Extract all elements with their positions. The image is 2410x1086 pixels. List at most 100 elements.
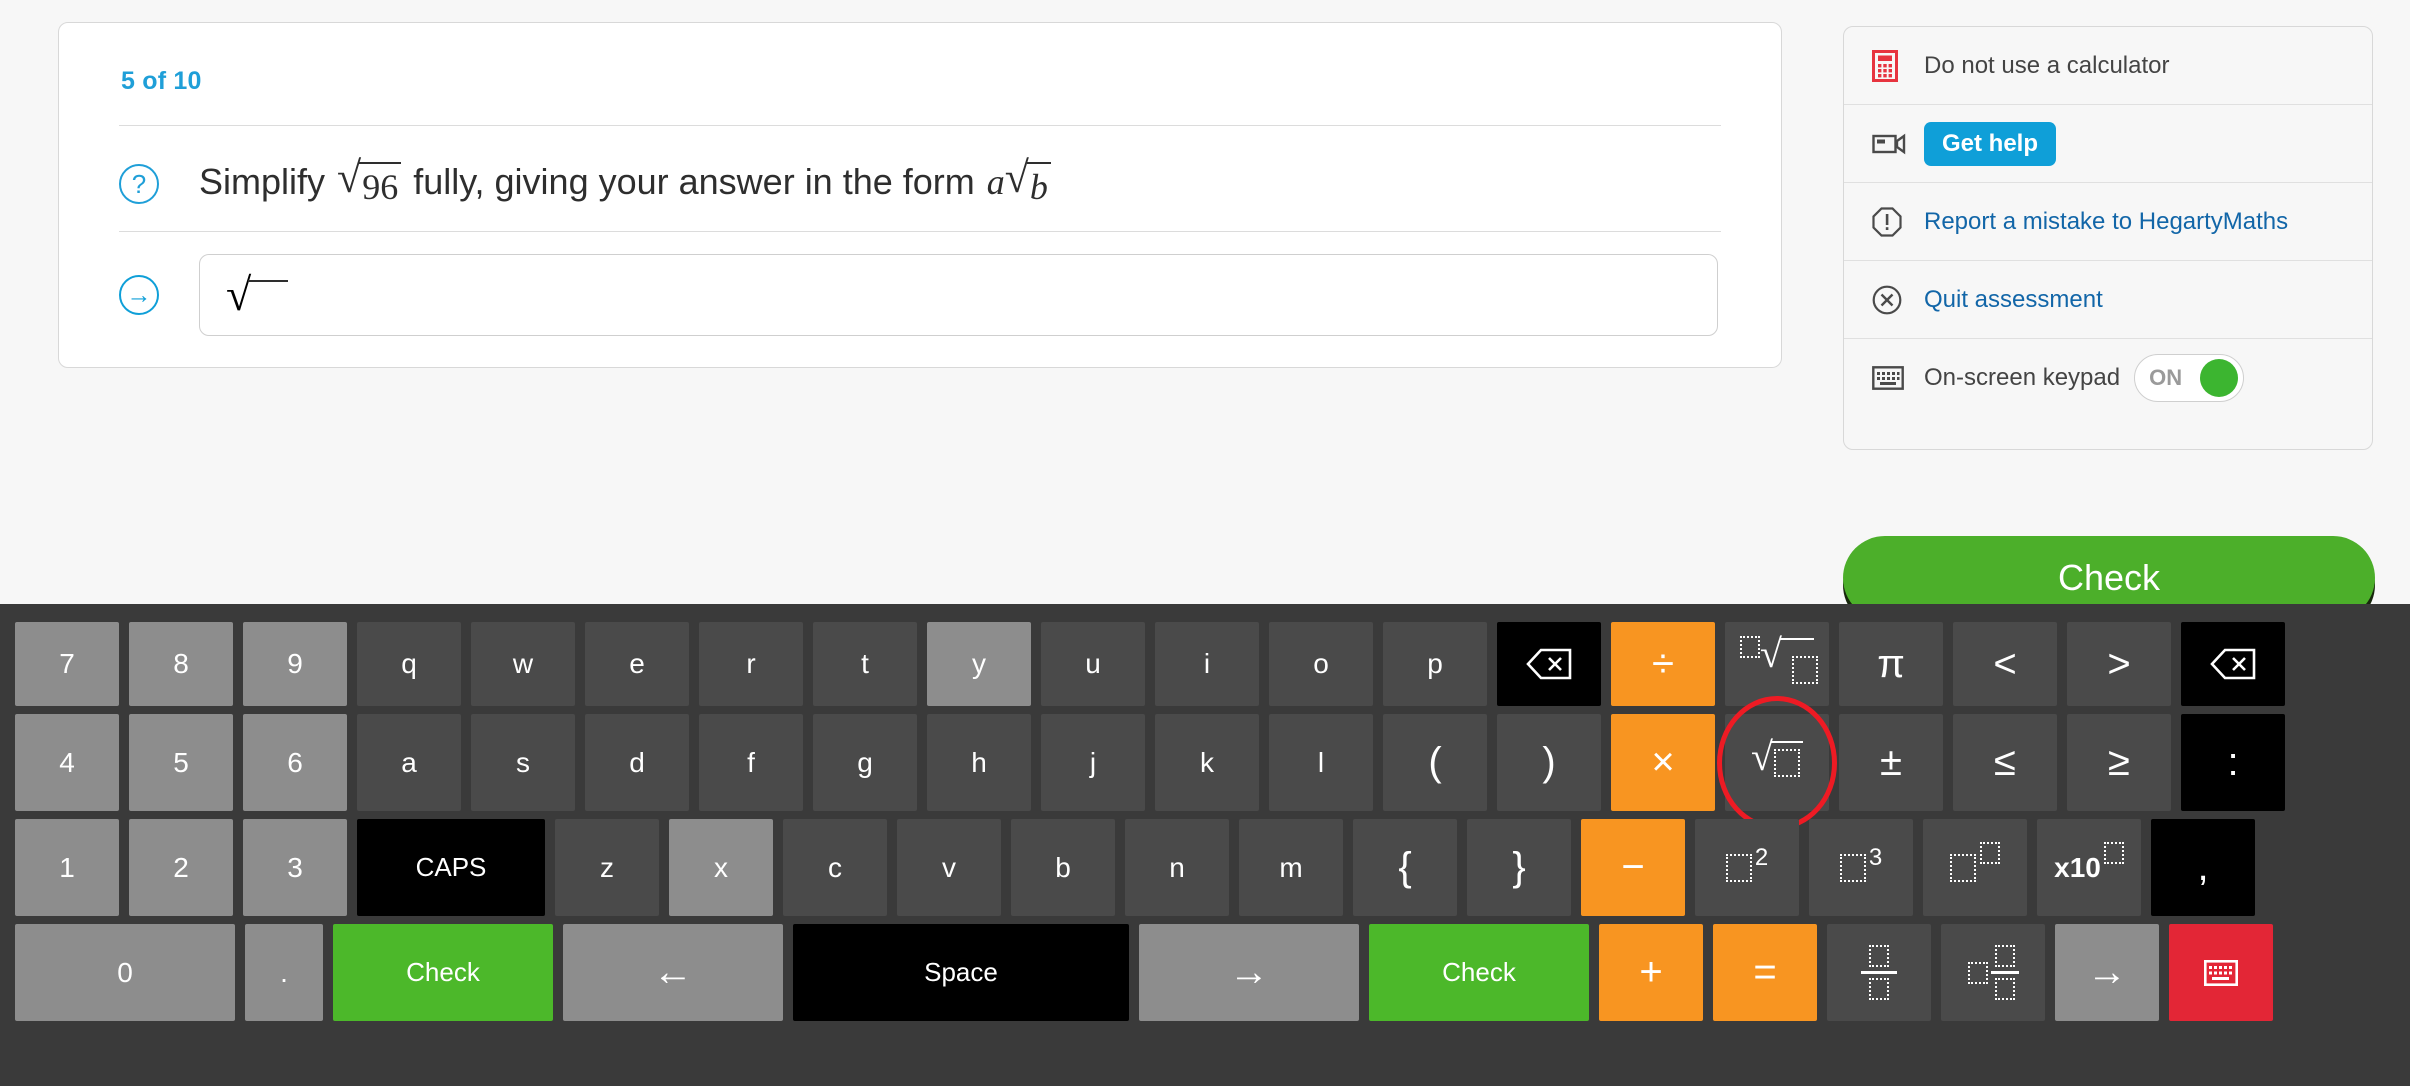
key-v[interactable]: v bbox=[897, 819, 1001, 916]
key-close-paren[interactable]: ) bbox=[1497, 714, 1601, 811]
key-backspace-left[interactable] bbox=[1497, 622, 1601, 706]
key-l[interactable]: l bbox=[1269, 714, 1373, 811]
key-arrow-right-end[interactable]: → bbox=[2055, 924, 2159, 1021]
sidebar-item-quit-assessment[interactable]: Quit assessment bbox=[1844, 261, 2372, 339]
key-colon[interactable]: : bbox=[2181, 714, 2285, 811]
sidebar-item-report-mistake[interactable]: Report a mistake to HegartyMaths bbox=[1844, 183, 2372, 261]
sidebar-item-label[interactable]: Quit assessment bbox=[1924, 286, 2103, 314]
key-label: w bbox=[512, 648, 534, 679]
key-label: y bbox=[972, 648, 986, 679]
key-hide-keypad[interactable] bbox=[2169, 924, 2273, 1021]
key-d[interactable]: d bbox=[585, 714, 689, 811]
answer-input[interactable]: √ bbox=[199, 254, 1718, 336]
key-space[interactable]: Space bbox=[793, 924, 1129, 1021]
keyboard-icon bbox=[1872, 366, 1916, 390]
key-minus[interactable]: − bbox=[1581, 819, 1685, 916]
key-4[interactable]: 4 bbox=[15, 714, 119, 811]
key-arrow-left[interactable]: ← bbox=[563, 924, 783, 1021]
key-check-right[interactable]: Check bbox=[1369, 924, 1589, 1021]
key-squared[interactable]: 2 bbox=[1695, 819, 1799, 916]
key-s[interactable]: s bbox=[471, 714, 575, 811]
key-plus[interactable]: + bbox=[1599, 924, 1703, 1021]
key-6[interactable]: 6 bbox=[243, 714, 347, 811]
key-f[interactable]: f bbox=[699, 714, 803, 811]
key-r[interactable]: r bbox=[699, 622, 803, 706]
radical-bar bbox=[248, 279, 289, 304]
key-9[interactable]: 9 bbox=[243, 622, 347, 706]
key-c[interactable]: c bbox=[783, 819, 887, 916]
key-multiply[interactable]: × bbox=[1611, 714, 1715, 811]
arrow-right-circle-icon[interactable]: → bbox=[119, 275, 159, 315]
sidebar-item-label[interactable]: Report a mistake to HegartyMaths bbox=[1924, 208, 2288, 236]
key-o[interactable]: o bbox=[1269, 622, 1373, 706]
key-label: f bbox=[747, 746, 755, 778]
key-q[interactable]: q bbox=[357, 622, 461, 706]
key-2[interactable]: 2 bbox=[129, 819, 233, 916]
onscreen-keypad-label: On-screen keypad bbox=[1924, 364, 2121, 391]
key-decimal-point[interactable]: . bbox=[245, 924, 323, 1021]
key-label: v bbox=[942, 851, 956, 883]
key-w[interactable]: w bbox=[471, 622, 575, 706]
video-camera-icon bbox=[1872, 132, 1916, 156]
key-y[interactable]: y bbox=[927, 622, 1031, 706]
key-i[interactable]: i bbox=[1155, 622, 1259, 706]
key-comma[interactable]: , bbox=[2151, 819, 2255, 916]
key-caps[interactable]: CAPS bbox=[357, 819, 545, 916]
key-equals[interactable]: = bbox=[1713, 924, 1817, 1021]
key-0[interactable]: 0 bbox=[15, 924, 235, 1021]
key-p[interactable]: p bbox=[1383, 622, 1487, 706]
key-power[interactable] bbox=[1923, 819, 2027, 916]
key-h[interactable]: h bbox=[927, 714, 1031, 811]
key-mixed-fraction[interactable] bbox=[1941, 924, 2045, 1021]
key-label: × bbox=[1651, 740, 1675, 784]
key-8[interactable]: 8 bbox=[129, 622, 233, 706]
key-g[interactable]: g bbox=[813, 714, 917, 811]
key-less-equal[interactable]: ≤ bbox=[1953, 714, 2057, 811]
key-arrow-right-mid[interactable]: → bbox=[1139, 924, 1359, 1021]
key-pi[interactable]: π bbox=[1839, 622, 1943, 706]
key-j[interactable]: j bbox=[1041, 714, 1145, 811]
key-cubed[interactable]: 3 bbox=[1809, 819, 1913, 916]
key-label: π bbox=[1877, 641, 1905, 686]
key-t[interactable]: t bbox=[813, 622, 917, 706]
key-check-left[interactable]: Check bbox=[333, 924, 553, 1021]
key-n[interactable]: n bbox=[1125, 819, 1229, 916]
key-open-paren[interactable]: ( bbox=[1383, 714, 1487, 811]
key-times-ten[interactable]: x10 bbox=[2037, 819, 2141, 916]
key-5[interactable]: 5 bbox=[129, 714, 233, 811]
key-plus-minus[interactable]: ± bbox=[1839, 714, 1943, 811]
key-label: t bbox=[861, 648, 869, 679]
toggle-state-label: ON bbox=[2149, 365, 2183, 390]
key-3[interactable]: 3 bbox=[243, 819, 347, 916]
key-label: ≤ bbox=[1994, 740, 2016, 784]
key-a[interactable]: a bbox=[357, 714, 461, 811]
key-backspace-right[interactable] bbox=[2181, 622, 2285, 706]
key-z[interactable]: z bbox=[555, 819, 659, 916]
key-label: c bbox=[828, 851, 842, 883]
key-u[interactable]: u bbox=[1041, 622, 1145, 706]
key-greater-equal[interactable]: ≥ bbox=[2067, 714, 2171, 811]
key-b[interactable]: b bbox=[1011, 819, 1115, 916]
key-m[interactable]: m bbox=[1239, 819, 1343, 916]
key-divide[interactable]: ÷ bbox=[1611, 622, 1715, 706]
key-close-brace[interactable]: } bbox=[1467, 819, 1571, 916]
get-help-button[interactable]: Get help bbox=[1924, 121, 2057, 166]
key-e[interactable]: e bbox=[585, 622, 689, 706]
sidebar-item-get-help[interactable]: Get help bbox=[1844, 105, 2372, 183]
key-nth-root[interactable]: √ bbox=[1725, 622, 1829, 706]
question-mark-icon[interactable]: ? bbox=[119, 164, 159, 204]
key-less-than[interactable]: < bbox=[1953, 622, 2057, 706]
key-k[interactable]: k bbox=[1155, 714, 1259, 811]
key-fraction[interactable] bbox=[1827, 924, 1931, 1021]
onscreen-keypad-toggle[interactable]: ON bbox=[2134, 354, 2245, 402]
key-1[interactable]: 1 bbox=[15, 819, 119, 916]
key-label: e bbox=[629, 648, 645, 679]
key-x[interactable]: x bbox=[669, 819, 773, 916]
key-open-brace[interactable]: { bbox=[1353, 819, 1457, 916]
keyboard-row-4: 0. Check ← Space → Check + = → bbox=[0, 920, 2410, 1025]
key-label: r bbox=[746, 648, 756, 679]
key-7[interactable]: 7 bbox=[15, 622, 119, 706]
key-greater-than[interactable]: > bbox=[2067, 622, 2171, 706]
key-square-root[interactable]: √ bbox=[1717, 696, 1837, 830]
key-label: i bbox=[1203, 648, 1211, 679]
